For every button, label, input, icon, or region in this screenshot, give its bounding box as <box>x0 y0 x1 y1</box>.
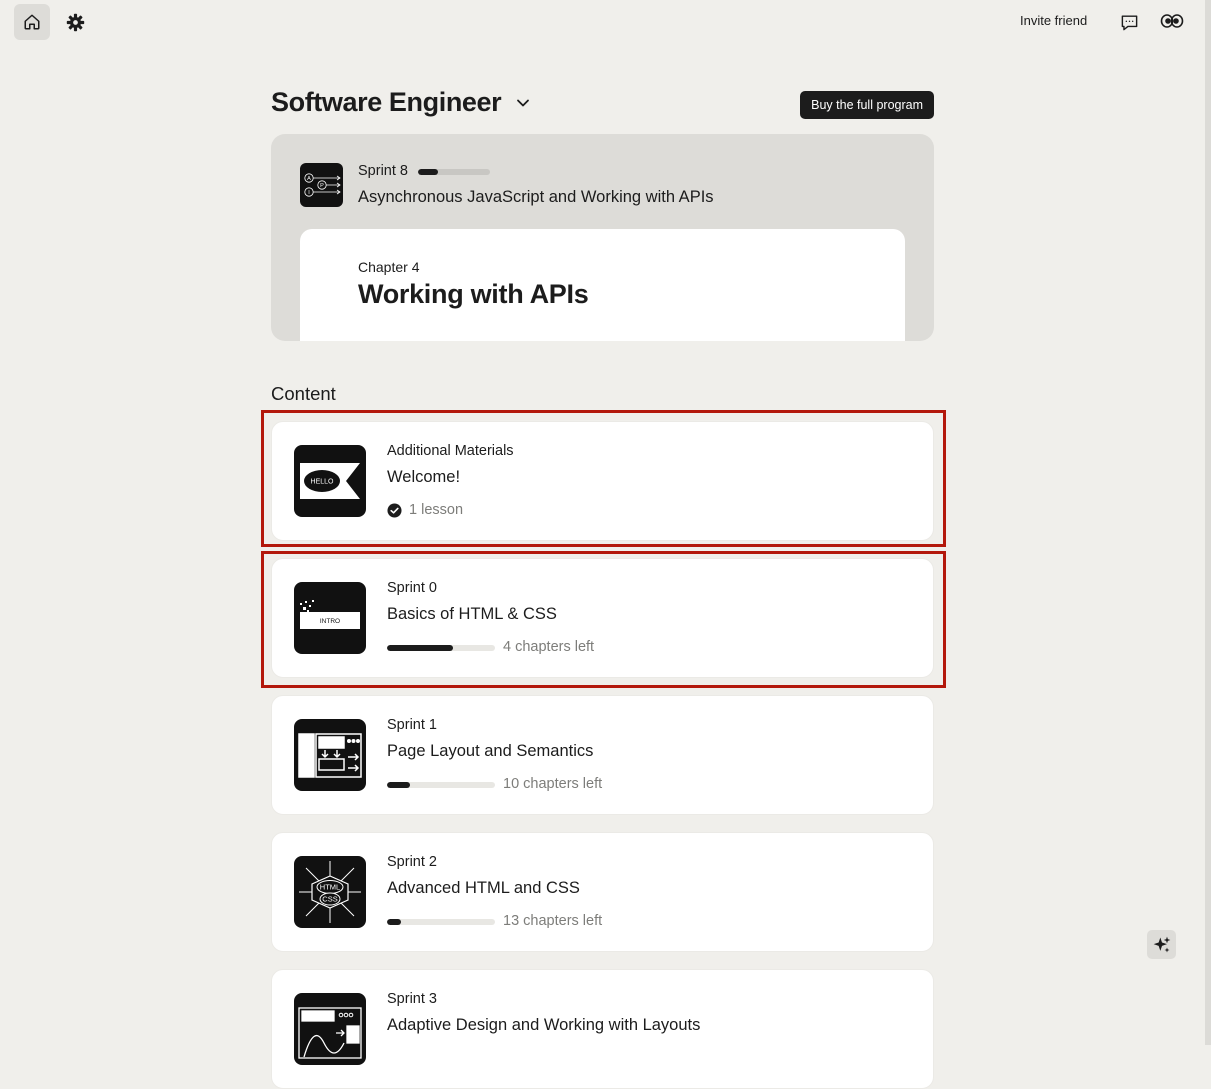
current-sprint-title: Asynchronous JavaScript and Working with… <box>358 188 714 206</box>
course-card-welcome[interactable]: HELLO Additional Materials Welcome! 1 le… <box>271 421 934 541</box>
course-title: Basics of HTML & CSS <box>387 605 557 623</box>
course-label: Additional Materials <box>387 443 514 459</box>
course-card-sprint-0[interactable]: INTRO Sprint 0 Basics of HTML & CSS 4 ch… <box>271 558 934 678</box>
adaptive-design-icon <box>298 1007 362 1059</box>
thumb-letter-p: P <box>320 183 324 189</box>
chapter-label: Chapter 4 <box>358 259 420 275</box>
sparkle-icon <box>1153 936 1170 952</box>
thumb-letter-a: A <box>307 176 311 182</box>
current-chapter-card[interactable]: Chapter 4 Working with APIs <box>300 229 905 341</box>
progress-fill <box>387 645 453 651</box>
course-label: Sprint 2 <box>387 854 437 870</box>
course-card-sprint-2[interactable]: HTML CSS Sprint 2 Advanced HTML and CSS … <box>271 832 934 952</box>
course-card-sprint-3[interactable]: Sprint 3 Adaptive Design and Working wit… <box>271 969 934 1089</box>
hello-flag-icon: HELLO <box>300 463 360 499</box>
thumb-text: INTRO <box>320 618 340 625</box>
progress-fill <box>387 782 410 788</box>
lesson-count: 1 lesson <box>409 502 464 518</box>
sprint-thumbnail: A P I <box>300 163 343 207</box>
chevron-down-icon[interactable] <box>515 95 531 111</box>
invite-friend-link[interactable]: Invite friend <box>1020 13 1087 28</box>
progress-fill <box>387 919 402 925</box>
chat-icon <box>1121 14 1137 30</box>
course-title: Page Layout and Semantics <box>387 742 594 760</box>
chapters-left: 10 chapters left <box>503 776 603 792</box>
top-bar: Invite friend <box>0 0 1205 44</box>
gear-icon <box>66 13 84 31</box>
hello-thumbnail: HELLO <box>294 445 366 517</box>
thumb-text-html: HTML <box>320 883 340 892</box>
course-progress <box>387 919 495 925</box>
ai-assistant-button[interactable] <box>1147 930 1176 959</box>
progress-fill <box>418 169 439 175</box>
chapter-title: Working with APIs <box>358 279 589 309</box>
home-button[interactable] <box>14 4 50 40</box>
html-css-icon: HTML CSS <box>299 861 361 923</box>
thumb-text: HELLO <box>311 479 335 486</box>
chapters-left: 13 chapters left <box>503 913 603 929</box>
layout-thumbnail <box>294 719 366 791</box>
current-sprint-progress <box>418 169 490 175</box>
settings-button[interactable] <box>57 4 93 40</box>
course-title: Adaptive Design and Working with Layouts <box>387 1016 701 1034</box>
intro-icon: INTRO <box>300 600 360 629</box>
course-progress <box>387 645 495 651</box>
course-title: Welcome! <box>387 468 461 486</box>
html-css-thumbnail: HTML CSS <box>294 856 366 928</box>
scrollbar[interactable] <box>1205 0 1211 1045</box>
check-circle-icon <box>387 503 402 518</box>
course-label: Sprint 1 <box>387 717 437 733</box>
home-icon <box>24 14 40 30</box>
chapters-left: 4 chapters left <box>503 639 595 655</box>
adaptive-thumbnail <box>294 993 366 1065</box>
profile-button[interactable] <box>1154 4 1190 40</box>
chat-button[interactable] <box>1111 4 1147 40</box>
thumb-letter-i: I <box>308 190 310 196</box>
program-header: Software Engineer Buy the full program <box>271 86 934 126</box>
thumb-text-css: CSS <box>322 895 337 904</box>
layout-icon <box>298 733 362 778</box>
program-title[interactable]: Software Engineer <box>271 87 502 118</box>
course-title: Advanced HTML and CSS <box>387 879 580 897</box>
buy-program-button[interactable]: Buy the full program <box>800 91 934 119</box>
course-progress <box>387 782 495 788</box>
intro-thumbnail: INTRO <box>294 582 366 654</box>
course-label: Sprint 3 <box>387 991 437 1007</box>
course-label: Sprint 0 <box>387 580 437 596</box>
course-card-sprint-1[interactable]: Sprint 1 Page Layout and Semantics 10 ch… <box>271 695 934 815</box>
current-sprint-card: A P I Sprint 8 Asynchronous JavaScript a… <box>271 134 934 341</box>
avatar-icon <box>1160 14 1184 28</box>
current-sprint-label: Sprint 8 <box>358 163 408 179</box>
content-section-title: Content <box>271 383 336 404</box>
api-thumbnail-icon: A P I <box>304 173 341 197</box>
